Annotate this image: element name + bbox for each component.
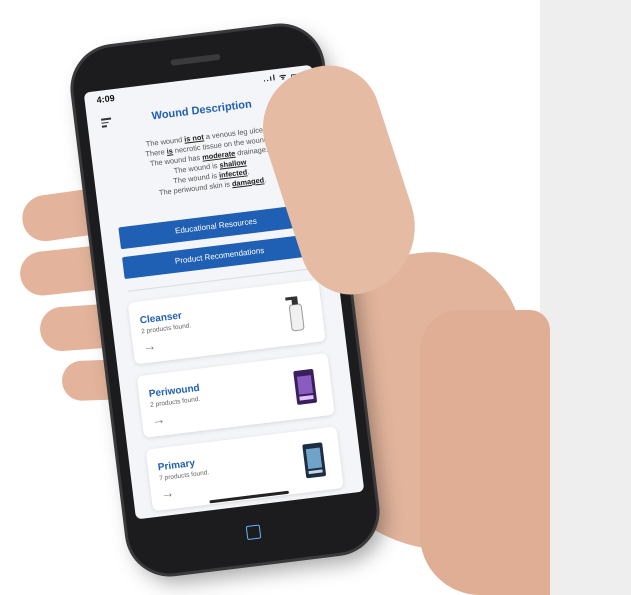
spray-bottle-image xyxy=(285,296,305,332)
product-card-cleanser[interactable]: Cleanser 2 products found. → xyxy=(127,279,326,365)
arrow-right-icon[interactable]: → xyxy=(160,485,175,501)
side-panel xyxy=(540,0,631,595)
arrow-right-icon[interactable]: → xyxy=(142,338,157,354)
earpiece xyxy=(170,53,221,66)
hand-wrist xyxy=(420,310,550,595)
arrow-right-icon[interactable]: → xyxy=(151,411,166,427)
overview-button[interactable] xyxy=(245,524,262,541)
product-card-periwound[interactable]: Periwound 2 products found. → xyxy=(136,352,335,438)
status-time: 4:09 xyxy=(96,92,116,106)
periwound-product-image xyxy=(293,369,317,405)
primary-dressing-image xyxy=(302,442,326,479)
